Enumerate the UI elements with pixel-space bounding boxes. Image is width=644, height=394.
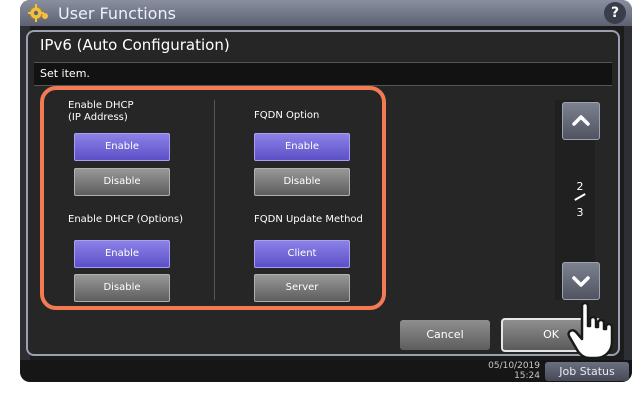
fqdn-update-server-button[interactable]: Server [254,274,350,302]
cancel-button[interactable]: Cancel [400,320,490,350]
fqdn-option-label: FQDN Option [254,110,320,121]
enable-dhcp-ip-label: Enable DHCP (IP Address) [68,100,133,124]
column-divider [214,100,215,300]
app-title: User Functions [58,4,176,23]
datetime-display: 05/10/2019 15:24 [448,361,540,381]
enable-dhcp-ip-label-line1: Enable DHCP [68,100,134,111]
chevron-up-icon [572,115,590,126]
fqdn-update-method-label: FQDN Update Method [254,214,363,225]
date-text: 05/10/2019 [488,361,540,371]
dhcp-options-enable-button[interactable]: Enable [74,240,170,268]
instruction-text: Set item. [40,67,90,80]
time-text: 15:24 [514,371,540,381]
dialog-title: IPv6 (Auto Configuration) [40,36,230,54]
fqdn-update-client-button[interactable]: Client [254,240,350,268]
background-right-panel [624,26,632,366]
status-footer [20,360,632,382]
job-status-button[interactable]: Job Status [545,362,629,381]
instruction-bar [34,62,612,86]
scroll-down-button[interactable] [562,262,600,300]
total-pages: 3 [576,206,584,219]
scroll-up-button[interactable] [562,102,600,140]
chevron-down-icon [572,276,590,287]
enable-dhcp-options-label: Enable DHCP (Options) [68,214,184,225]
help-icon[interactable]: ? [604,2,626,24]
dhcp-ip-enable-button[interactable]: Enable [74,133,170,161]
dhcp-options-disable-button[interactable]: Disable [74,274,170,302]
user-functions-icon [28,4,48,22]
fqdn-option-disable-button[interactable]: Disable [254,168,350,196]
dhcp-ip-disable-button[interactable]: Disable [74,168,170,196]
enable-dhcp-ip-label-line2: (IP Address) [68,112,128,123]
pointing-hand-icon [567,301,614,360]
fqdn-option-enable-button[interactable]: Enable [254,133,350,161]
current-page: 2 [576,180,584,193]
